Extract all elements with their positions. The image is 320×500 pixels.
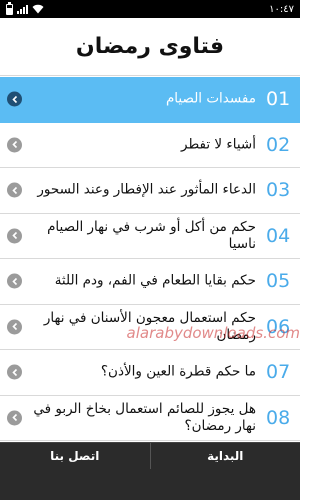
item-number: 06 [266,315,291,338]
list-item[interactable]: 01 مفسدات الصيام [0,77,300,123]
list-item[interactable]: 02 أشياء لا تفطر [0,122,300,168]
contact-us-button[interactable]: اتصل بنا [0,443,150,469]
item-label: مفسدات الصيام [165,90,256,107]
list-item[interactable]: 03 الدعاء المأثور عند الإفطار وعند السحو… [0,168,300,214]
item-label: ما حكم قطرة العين والأذن؟ [100,363,256,380]
list-item[interactable]: 04 حكم من أكل أو شرب في نهار الصيام ناسي… [0,213,300,259]
item-label: أشياء لا تفطر [181,136,256,153]
item-label: هل يجوز للصائم استعمال بخاخ الربو في نها… [33,400,256,434]
list-item[interactable]: 07 ما حكم قطرة العين والأذن؟ [0,350,300,396]
chevron-left-icon [7,319,22,335]
chevron-left-icon [7,182,22,198]
item-number: 04 [266,224,291,247]
status-bar: ١٠:٤٧ [0,0,300,18]
list-item[interactable]: 08 هل يجوز للصائم استعمال بخاخ الربو في … [0,395,300,441]
fatwa-list: 01 مفسدات الصيام 02 أشياء لا تفطر 03 الد… [0,77,300,441]
battery-icon [6,1,13,15]
item-number: 08 [266,406,291,429]
wifi-icon [32,4,44,14]
item-number: 07 [266,361,291,384]
chevron-left-icon [7,364,22,380]
item-label: حكم استعمال معجون الأسنان في نهار رمضان [43,309,256,343]
status-icons [6,1,44,15]
list-item[interactable]: 05 حكم بقايا الطعام في الفم، ودم اللثة [0,259,300,305]
home-button[interactable]: البداية [151,443,301,469]
status-time: ١٠:٤٧ [269,3,294,15]
chevron-left-icon [7,273,22,289]
chevron-left-icon [7,228,22,244]
bottom-nav: اتصل بنا البداية [0,442,300,500]
item-label: حكم بقايا الطعام في الفم، ودم اللثة [54,272,256,289]
item-number: 05 [266,270,291,293]
item-number: 02 [266,133,291,156]
title-bar: فتاوى رمضان [0,18,300,76]
chevron-left-icon [7,91,22,107]
item-label: حكم من أكل أو شرب في نهار الصيام ناسيا [47,218,256,252]
item-label: الدعاء المأثور عند الإفطار وعند السحور [37,181,256,198]
page-title: فتاوى رمضان [75,34,225,59]
item-number: 03 [266,179,291,202]
chevron-left-icon [7,137,22,153]
chevron-left-icon [7,410,22,426]
list-item[interactable]: 06 حكم استعمال معجون الأسنان في نهار رمض… [0,304,300,350]
signal-icon [17,4,28,14]
item-number: 01 [266,88,291,111]
